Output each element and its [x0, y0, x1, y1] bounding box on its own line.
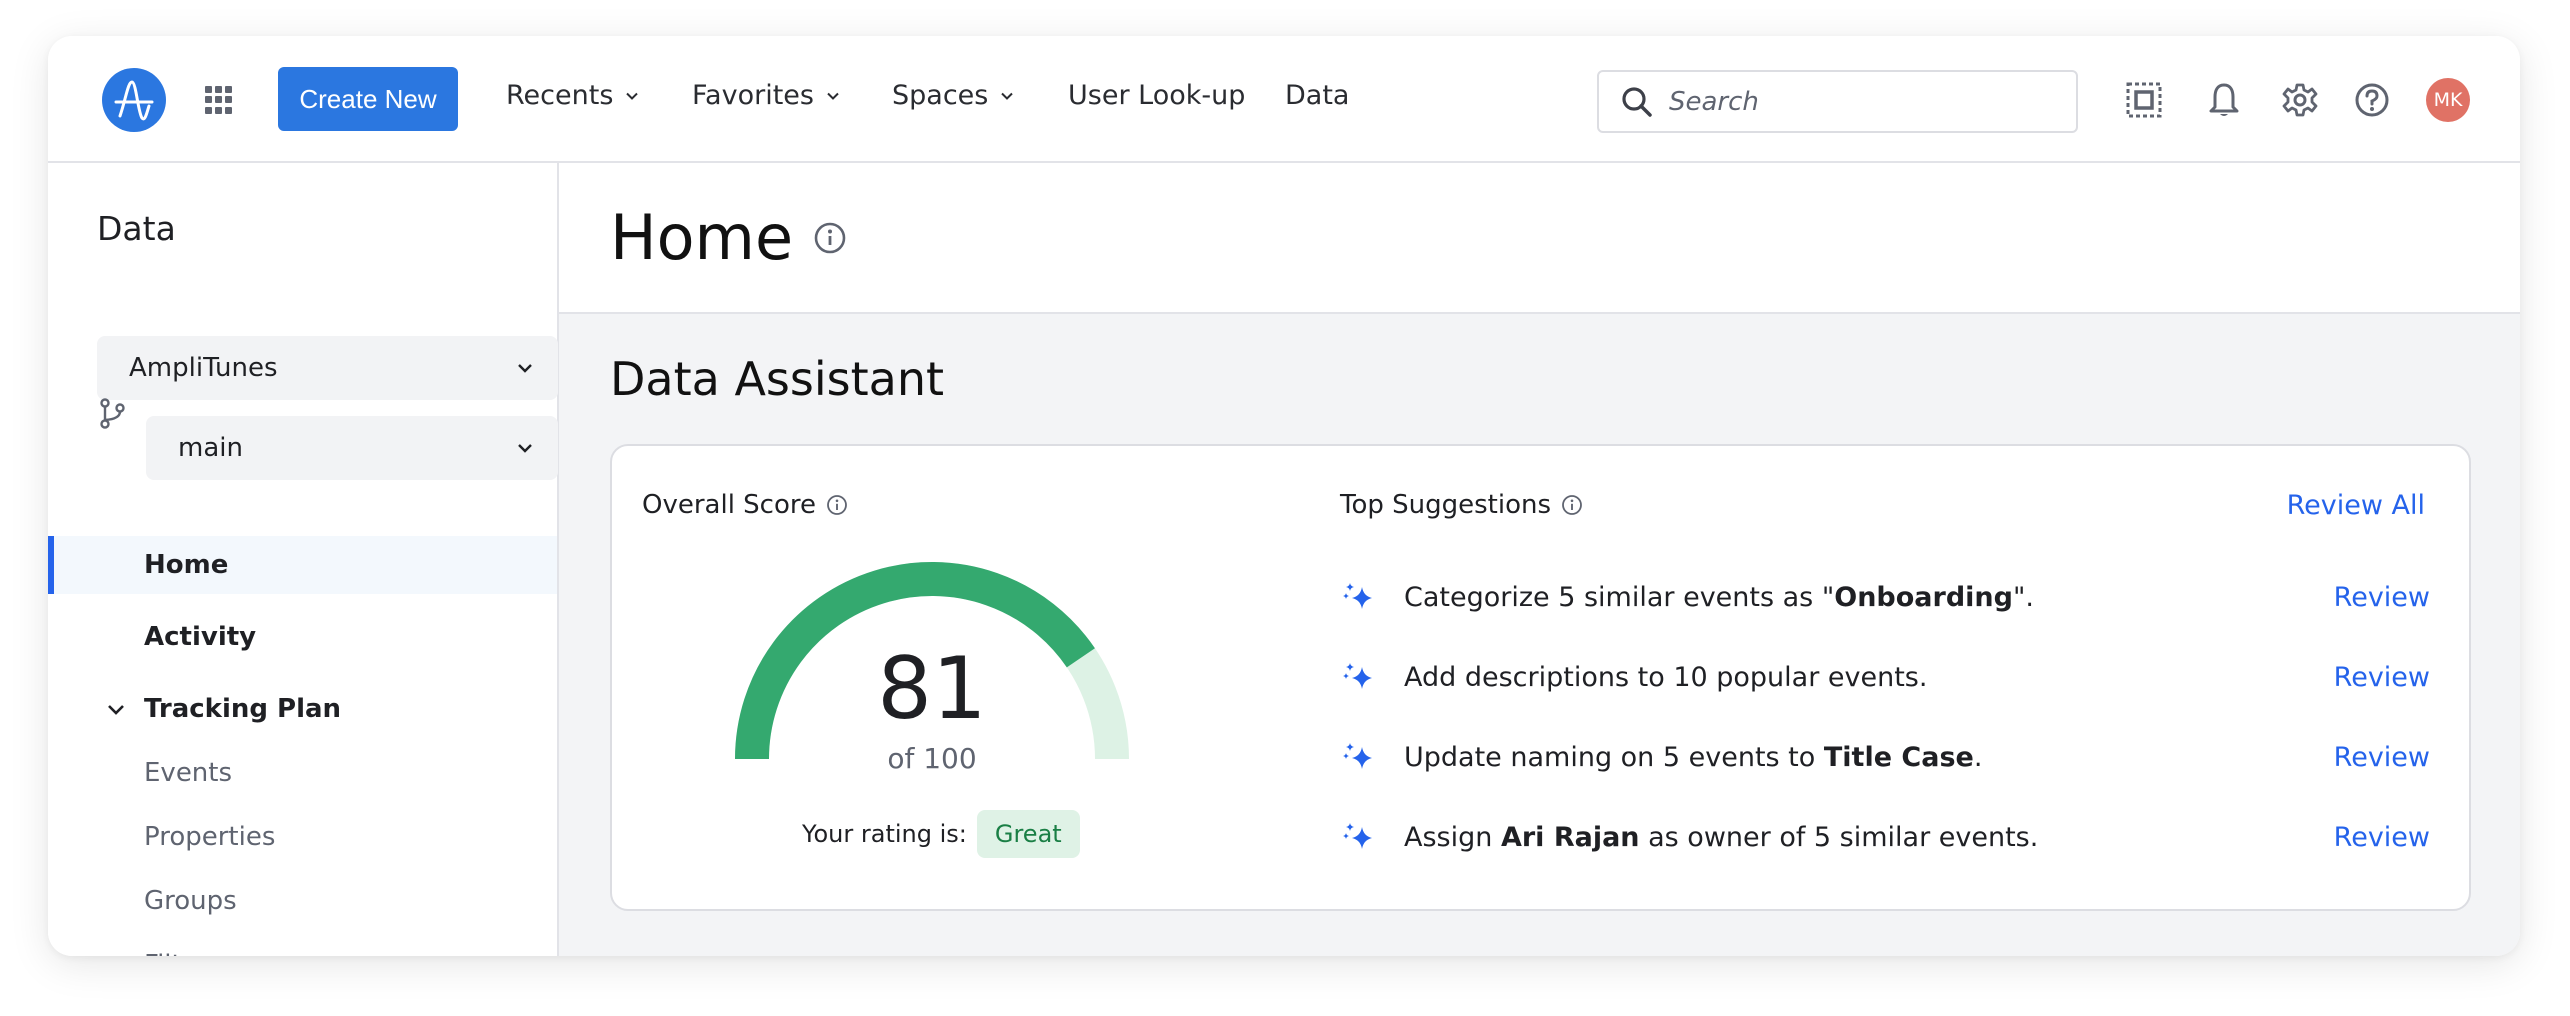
sidebar-item-label: Tracking Plan	[144, 694, 342, 724]
apps-grid-icon[interactable]	[205, 86, 233, 114]
sidebar-item-label: Filters	[144, 950, 222, 956]
sidebar-item-properties[interactable]: Properties	[48, 808, 557, 866]
help-icon[interactable]	[2352, 80, 2392, 120]
suggestion-text: Categorize 5 similar events as "Onboardi…	[1404, 581, 2034, 613]
suggestion-item: Update naming on 5 events to Title Case.…	[1340, 732, 2430, 782]
review-link[interactable]: Review	[2334, 742, 2430, 773]
info-icon[interactable]	[826, 494, 848, 516]
project-select-value: AmpliTunes	[129, 353, 278, 383]
review-all-link[interactable]: Review All	[2287, 490, 2425, 521]
bell-icon[interactable]	[2204, 80, 2244, 120]
chevron-down-icon	[518, 444, 532, 453]
branch-icon	[100, 398, 125, 429]
nav-data[interactable]: Data	[1285, 80, 1349, 111]
sidebar-item-tracking-plan[interactable]: Tracking Plan	[48, 680, 557, 738]
nav-favorites[interactable]: Favorites	[692, 80, 840, 111]
suggestion-item: Categorize 5 similar events as "Onboardi…	[1340, 572, 2430, 622]
score-max-label: of 100	[887, 742, 977, 775]
page-header: Home	[559, 163, 2520, 314]
chevron-down-icon[interactable]	[106, 700, 126, 720]
overall-score-label: Overall Score	[642, 490, 848, 520]
branch-select[interactable]: main	[146, 416, 558, 480]
suggestion-text: Update naming on 5 events to Title Case.	[1404, 741, 1983, 773]
chevron-down-icon	[827, 92, 839, 100]
top-suggestions-label: Top Suggestions	[1340, 490, 1583, 520]
nav-spaces[interactable]: Spaces	[892, 80, 1014, 111]
chevron-down-icon	[518, 364, 532, 373]
top-navigation-bar: Create New Recents Favorites Spaces User…	[48, 36, 2520, 163]
info-icon[interactable]	[813, 221, 847, 255]
page-title-text: Home	[610, 201, 794, 274]
gear-icon[interactable]	[2280, 80, 2320, 120]
rating-badge: Great	[976, 810, 1080, 858]
nav-recents-label: Recents	[506, 80, 614, 111]
overall-score-title: Overall Score	[642, 490, 817, 520]
rating-row: Your rating is: Great	[802, 810, 1080, 858]
sidebar-item-groups[interactable]: Groups	[48, 872, 557, 930]
review-link[interactable]: Review	[2334, 582, 2430, 613]
sidebar-item-filters[interactable]: Filters	[48, 936, 557, 956]
sidebar-item-label: Home	[144, 550, 229, 580]
chevron-down-icon	[626, 92, 639, 100]
branch-select-value: main	[178, 433, 243, 463]
sparkle-icon	[1343, 663, 1372, 689]
info-icon[interactable]	[1561, 494, 1583, 516]
nav-user-lookup-label: User Look-up	[1068, 80, 1246, 111]
review-link[interactable]: Review	[2334, 822, 2430, 853]
project-select[interactable]: AmpliTunes	[97, 336, 558, 400]
suggestion-text: Add descriptions to 10 popular events.	[1404, 661, 1928, 693]
sparkle-icon	[1343, 583, 1372, 609]
create-new-button[interactable]: Create New	[278, 67, 458, 131]
amplitude-logo-icon[interactable]	[102, 68, 166, 132]
search-input[interactable]	[1669, 86, 2049, 117]
sidebar-item-label: Activity	[144, 622, 257, 652]
sparkle-icon	[1343, 743, 1372, 769]
rating-label: Your rating is:	[802, 820, 967, 848]
top-suggestions-title: Top Suggestions	[1340, 490, 1552, 520]
user-avatar[interactable]: MK	[2426, 78, 2470, 122]
section-title: Data Assistant	[610, 352, 945, 406]
nav-recents[interactable]: Recents	[506, 80, 639, 111]
search-icon	[1622, 86, 1652, 117]
nav-favorites-label: Favorites	[692, 80, 814, 111]
sparkle-icon	[1343, 823, 1372, 849]
review-link[interactable]: Review	[2334, 662, 2430, 693]
sidebar: Data AmpliTunes main Home Activity Track…	[48, 163, 559, 956]
data-assistant-card: Overall Score 81 of 100 Your rating is: …	[610, 444, 2471, 911]
sidebar-item-label: Groups	[144, 886, 237, 916]
sidebar-item-label: Events	[144, 758, 233, 788]
nav-data-label: Data	[1285, 80, 1350, 111]
app-window: Create New Recents Favorites Spaces User…	[48, 36, 2520, 956]
main-content: Home Data Assistant Overall Score 81 of …	[559, 163, 2520, 956]
chevron-down-icon	[1001, 92, 1014, 100]
nav-spaces-label: Spaces	[892, 80, 989, 111]
sidebar-title: Data	[97, 209, 176, 248]
sidebar-item-events[interactable]: Events	[48, 744, 557, 802]
select-area-icon[interactable]	[2124, 80, 2164, 120]
sidebar-item-activity[interactable]: Activity	[48, 608, 557, 666]
page-title: Home	[610, 201, 847, 274]
sidebar-item-home[interactable]: Home	[48, 536, 557, 594]
score-value: 81	[877, 639, 987, 739]
nav-user-lookup[interactable]: User Look-up	[1068, 80, 1245, 111]
suggestion-item: Add descriptions to 10 popular events. Re…	[1340, 652, 2430, 702]
suggestion-item: Assign Ari Rajan as owner of 5 similar e…	[1340, 812, 2430, 862]
sidebar-item-label: Properties	[144, 822, 276, 852]
suggestion-text: Assign Ari Rajan as owner of 5 similar e…	[1404, 821, 2039, 853]
search-box[interactable]	[1597, 70, 2078, 133]
